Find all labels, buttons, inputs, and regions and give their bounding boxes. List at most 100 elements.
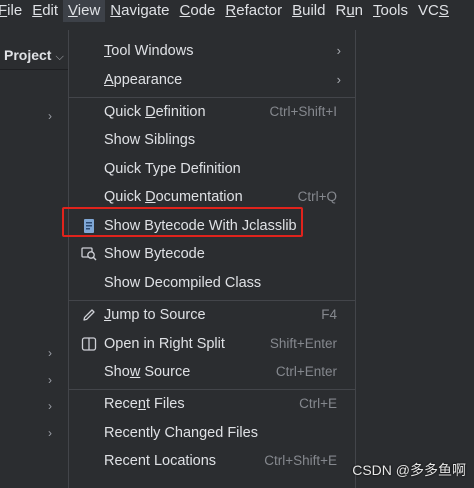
menu-vcs-pre: VC (418, 2, 439, 19)
menu-item-label: Jump to Source (104, 302, 206, 328)
menu-view-mnemonic: V (68, 2, 78, 19)
menu-refactor[interactable]: Refactor (220, 0, 287, 22)
menu-file-post: ile (7, 2, 23, 19)
label-post: ool Windows (111, 43, 194, 59)
menu-item-label: Show Decompiled Class (104, 275, 262, 291)
pencil-icon (83, 309, 95, 321)
chevron-down-icon: ⌵ (55, 51, 64, 63)
menu-item-label: Recent Locations (104, 453, 217, 469)
menu-edit[interactable]: Edit (27, 0, 63, 22)
menu-code-mnemonic: C (179, 2, 191, 19)
menu-code[interactable]: Code (175, 0, 221, 22)
shortcut-label: F4 (321, 307, 337, 322)
menu-build-post: uild (302, 2, 326, 19)
tree-expand-icon[interactable]: › (48, 109, 58, 123)
menu-item-recent-files[interactable]: Recent Files Ctrl+E (69, 391, 355, 417)
menu-item-show-bytecode[interactable]: Show Bytecode (69, 241, 355, 267)
menu-item-show-decompiled-class[interactable]: Show Decompiled Class (69, 270, 355, 296)
label-mnemonic: w (129, 364, 141, 380)
label-pre: Rece (104, 396, 138, 412)
shortcut-label: Ctrl+Enter (275, 364, 337, 379)
menu-edit-post: dit (42, 2, 59, 19)
label-mnemonic: A (104, 72, 114, 88)
label-post: ump to Source (111, 307, 206, 323)
project-title: Project (4, 47, 52, 63)
bytecode-search-icon (81, 247, 97, 261)
menu-run[interactable]: Run (330, 0, 368, 22)
menu-item-appearance[interactable]: Appearance › (69, 67, 355, 93)
view-menu-dropdown: Tool Windows › Appearance › Quick Defini… (68, 30, 356, 488)
menu-item-label: Appearance (104, 67, 182, 93)
ide-window: File Edit View Navigate Code Refactor Bu… (0, 0, 474, 488)
label-mnemonic: n (137, 396, 146, 412)
menu-item-recently-changed-files[interactable]: Recently Changed Files (69, 420, 355, 446)
menu-tools-mnemonic: T (373, 2, 381, 19)
shortcut-label: Ctrl+Shift+E (264, 453, 337, 468)
menu-vcs-mnemonic: S (438, 2, 449, 19)
label-mnemonic: D (145, 189, 156, 205)
menu-vcs[interactable]: VCS (413, 0, 454, 22)
shortcut-label: Ctrl+Q (297, 189, 337, 204)
menu-run-pre: R (335, 2, 347, 19)
label-pre: Quick (104, 104, 146, 120)
menu-run-mnemonic: u (346, 2, 355, 19)
menu-item-jump-to-source[interactable]: Jump to Source F4 (69, 302, 355, 328)
project-pane-header[interactable]: Project ⌵ (0, 42, 72, 68)
menu-tools[interactable]: Tools (368, 0, 413, 22)
menu-item-label: Recently Changed Files (104, 425, 258, 441)
tree-expand-icon[interactable]: › (48, 346, 58, 360)
label-post: t Files (145, 396, 185, 412)
menu-file[interactable]: File (0, 0, 27, 22)
label-post: efinition (155, 104, 206, 120)
menu-item-open-right-split[interactable]: Open in Right Split Shift+Enter (69, 331, 355, 357)
label-post: ppearance (113, 72, 183, 88)
label-pre: Quick (104, 189, 146, 205)
project-header-divider (0, 69, 68, 70)
shortcut-label: Shift+Enter (269, 336, 337, 351)
main-menubar: File Edit View Navigate Code Refactor Bu… (0, 0, 474, 22)
menu-build[interactable]: Build (287, 0, 330, 22)
tree-expand-icon[interactable]: › (48, 399, 58, 413)
menu-edit-mnemonic: E (32, 2, 43, 19)
menu-run-post: n (354, 2, 363, 19)
menu-item-recent-locations[interactable]: Recent Locations Ctrl+Shift+E (69, 448, 355, 474)
menu-navigate-post: avigate (121, 2, 170, 19)
menu-item-label: Tool Windows (104, 38, 193, 64)
menu-separator (69, 300, 355, 301)
menu-item-label: Show Source (104, 359, 190, 385)
menu-item-label: Open in Right Split (104, 336, 225, 352)
menu-separator (69, 97, 355, 98)
menu-item-label: Show Siblings (104, 132, 196, 148)
label-mnemonic: D (145, 104, 156, 120)
menu-item-tool-windows[interactable]: Tool Windows › (69, 38, 355, 64)
menu-item-show-source[interactable]: Show Source Ctrl+Enter (69, 359, 355, 385)
menu-item-label: Show Bytecode (104, 246, 205, 262)
menu-item-label: Quick Definition (104, 99, 206, 125)
menu-item-quick-type-definition[interactable]: Quick Type Definition (69, 156, 355, 182)
watermark-text: CSDN @多多鱼啊 (352, 462, 466, 478)
menu-item-label: Recent Files (104, 391, 185, 417)
chevron-right-icon: › (336, 43, 341, 58)
menu-view[interactable]: View (63, 0, 106, 22)
menu-tools-post: ools (380, 2, 409, 19)
menu-navigate[interactable]: Navigate (105, 0, 174, 22)
chevron-right-icon: › (336, 72, 341, 87)
label-post: ocumentation (155, 189, 243, 205)
menu-refactor-post: efactor (236, 2, 283, 19)
menu-code-post: ode (190, 2, 216, 19)
menu-item-show-siblings[interactable]: Show Siblings (69, 127, 355, 153)
menu-item-quick-definition[interactable]: Quick Definition Ctrl+Shift+I (69, 99, 355, 125)
menu-item-label: Quick Type Definition (104, 161, 241, 177)
menu-view-post: iew (77, 2, 101, 19)
shortcut-label: Ctrl+E (299, 396, 337, 411)
menu-build-mnemonic: B (292, 2, 303, 19)
tree-expand-icon[interactable]: › (48, 373, 58, 387)
menu-separator (69, 389, 355, 390)
menu-navigate-mnemonic: N (110, 2, 122, 19)
shortcut-label: Ctrl+Shift+I (269, 104, 337, 119)
label-post: Source (140, 364, 191, 380)
menu-refactor-mnemonic: R (225, 2, 237, 19)
split-view-icon (81, 337, 97, 351)
highlight-box (62, 207, 303, 237)
tree-expand-icon[interactable]: › (48, 426, 58, 440)
